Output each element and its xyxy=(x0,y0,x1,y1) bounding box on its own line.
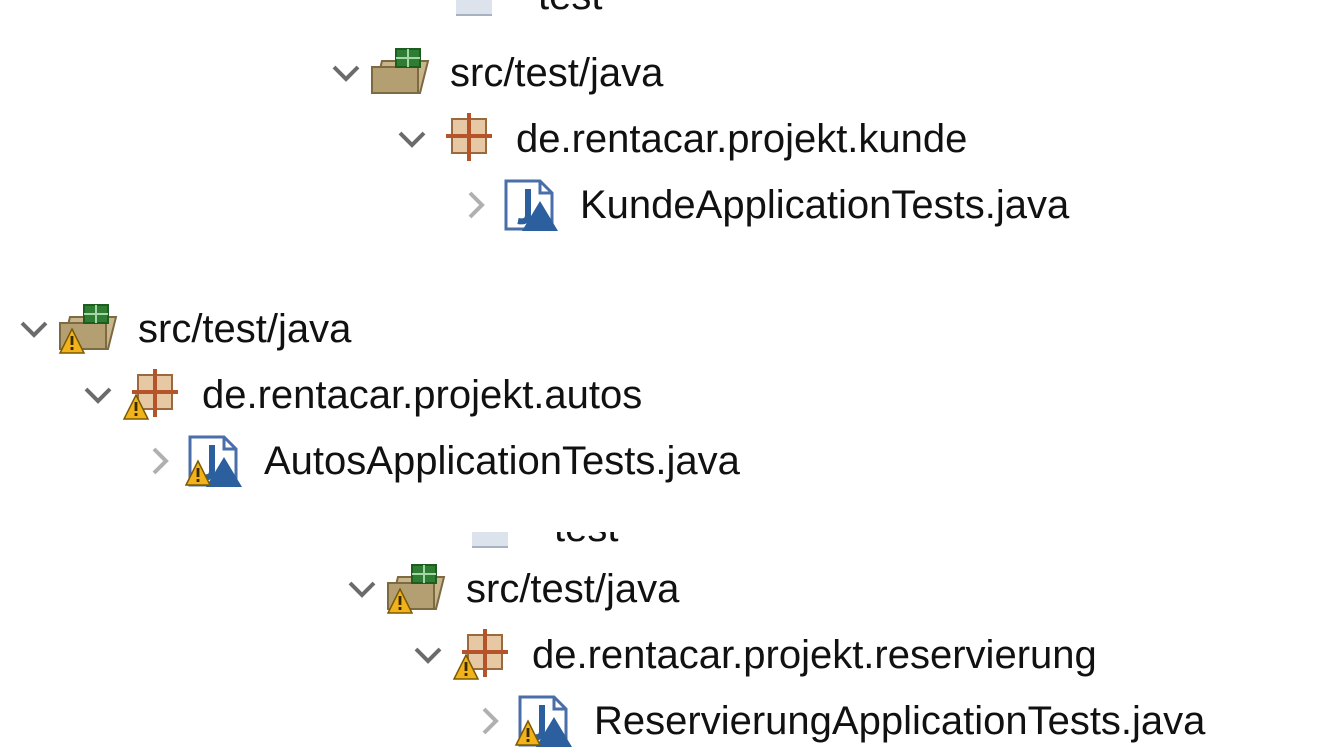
package-warning-icon xyxy=(122,367,184,423)
cut-off-label: test xyxy=(538,0,602,19)
cut-off-row-middle: test xyxy=(472,532,712,554)
tree-item-package-2[interactable]: de.rentacar.projekt.autos xyxy=(78,362,642,428)
chevron-right-icon[interactable] xyxy=(456,185,496,225)
tree-item-folder-2[interactable]: src/test/java xyxy=(14,296,351,362)
chevron-down-icon[interactable] xyxy=(326,53,366,93)
cut-off-row-top: test xyxy=(456,0,696,40)
tree-item-label: AutosApplicationTests.java xyxy=(264,439,740,483)
tree-item-file-1[interactable]: KundeApplicationTests.java xyxy=(456,172,1069,238)
package-icon xyxy=(436,111,498,167)
tree-item-label: de.rentacar.projekt.kunde xyxy=(516,117,968,161)
tree-item-folder-3[interactable]: src/test/java xyxy=(342,556,679,622)
tree-item-folder-1[interactable]: src/test/java xyxy=(326,40,663,106)
tree-item-label: de.rentacar.projekt.reservierung xyxy=(532,633,1097,677)
source-folder-icon xyxy=(370,45,432,101)
source-folder-warning-icon xyxy=(58,301,120,357)
tree-item-label: src/test/java xyxy=(466,567,680,611)
tree-item-file-3[interactable]: ReservierungApplicationTests.java xyxy=(470,688,1205,754)
source-folder-warning-icon xyxy=(386,561,448,617)
tree-item-package-1[interactable]: de.rentacar.projekt.kunde xyxy=(392,106,967,172)
tree-item-label: src/test/java xyxy=(450,51,664,95)
chevron-down-icon[interactable] xyxy=(342,569,382,609)
tree-item-file-2[interactable]: AutosApplicationTests.java xyxy=(140,428,740,494)
tree-item-label: de.rentacar.projekt.autos xyxy=(202,373,643,417)
tree-item-label: ReservierungApplicationTests.java xyxy=(594,699,1206,743)
tree-item-label: src/test/java xyxy=(138,307,352,351)
chevron-down-icon[interactable] xyxy=(392,119,432,159)
junit-test-file-icon xyxy=(500,177,562,233)
tree-item-package-3[interactable]: de.rentacar.projekt.reservierung xyxy=(408,622,1097,688)
chevron-right-icon[interactable] xyxy=(470,701,510,741)
chevron-down-icon[interactable] xyxy=(78,375,118,415)
package-warning-icon xyxy=(452,627,514,683)
chevron-right-icon[interactable] xyxy=(140,441,180,481)
cut-off-label: test xyxy=(554,532,618,551)
chevron-down-icon[interactable] xyxy=(408,635,448,675)
tree-item-label: KundeApplicationTests.java xyxy=(580,183,1070,227)
chevron-down-icon[interactable] xyxy=(14,309,54,349)
junit-test-file-warning-icon xyxy=(184,433,246,489)
junit-test-file-warning-icon xyxy=(514,693,576,749)
